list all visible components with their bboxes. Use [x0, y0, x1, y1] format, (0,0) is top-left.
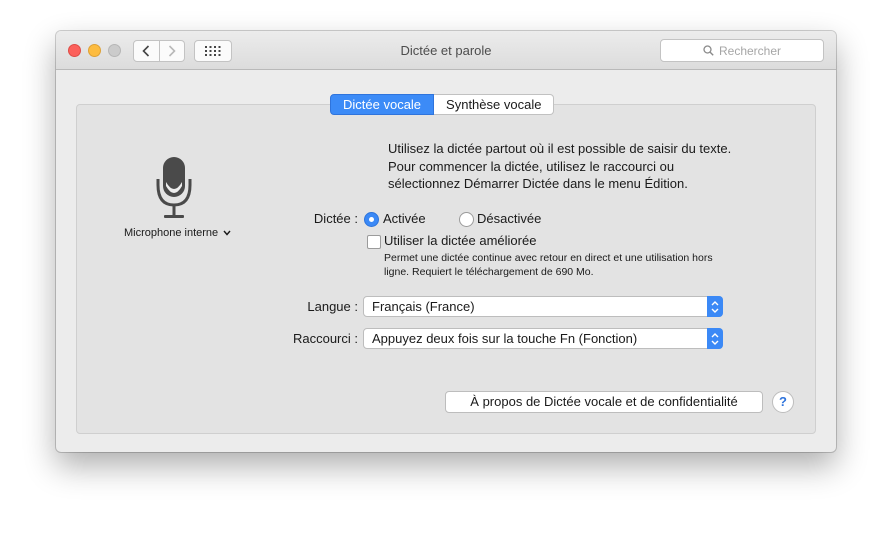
dictation-description: Utilisez la dictée partout où il est pos… — [388, 140, 788, 193]
language-label: Langue : — [307, 299, 358, 314]
search-field[interactable]: Rechercher — [660, 39, 824, 62]
language-popup[interactable]: Français (France) — [363, 296, 723, 317]
note-line: ligne. Requiert le téléchargement de 690… — [384, 266, 594, 278]
shortcut-label: Raccourci : — [292, 331, 358, 346]
description-line: Utilisez la dictée partout où il est pos… — [388, 141, 732, 156]
description-line: Pour commencer la dictée, utilisez le ra… — [388, 158, 675, 174]
tab-speech[interactable]: Synthèse vocale — [434, 94, 555, 115]
tab-dictation[interactable]: Dictée vocale — [330, 94, 435, 115]
titlebar: Dictée et parole Rechercher — [56, 31, 836, 70]
enhanced-dictation-note: Permet une dictée continue avec retour e… — [384, 251, 774, 279]
enhanced-dictation-checkbox[interactable] — [367, 235, 381, 249]
help-button[interactable]: ? — [772, 391, 794, 413]
description-line: sélectionnez Démarrer Dictée dans le men… — [388, 176, 688, 191]
dictation-off-label[interactable]: Désactivée — [477, 211, 541, 226]
enhanced-dictation-label[interactable]: Utiliser la dictée améliorée — [384, 233, 536, 248]
popup-arrows-icon — [707, 328, 723, 349]
language-value: Français (France) — [372, 299, 475, 314]
shortcut-value: Appuyez deux fois sur la touche Fn (Fonc… — [372, 331, 638, 346]
shortcut-popup[interactable]: Appuyez deux fois sur la touche Fn (Fonc… — [363, 328, 723, 349]
search-icon — [703, 45, 714, 56]
about-dictation-privacy-button[interactable]: À propos de Dictée vocale et de confiden… — [445, 391, 763, 413]
dictation-on-label[interactable]: Activée — [383, 211, 426, 226]
microphone-selector[interactable]: Microphone interne — [124, 227, 231, 239]
preferences-window: Dictée et parole Rechercher Dictée vocal… — [56, 31, 836, 452]
search-placeholder: Rechercher — [718, 43, 782, 58]
microphone-label: Microphone interne — [124, 227, 219, 239]
popup-arrows-icon — [707, 296, 723, 317]
note-line: Permet une dictée continue avec retour e… — [384, 252, 713, 264]
microphone-icon — [156, 157, 192, 218]
dictation-off-radio[interactable] — [459, 212, 474, 227]
dictation-label: Dictée : — [313, 211, 358, 226]
tab-bar: Dictée vocale Synthèse vocale — [330, 94, 555, 115]
dictation-on-radio[interactable] — [364, 212, 379, 227]
chevron-down-icon — [223, 230, 231, 236]
